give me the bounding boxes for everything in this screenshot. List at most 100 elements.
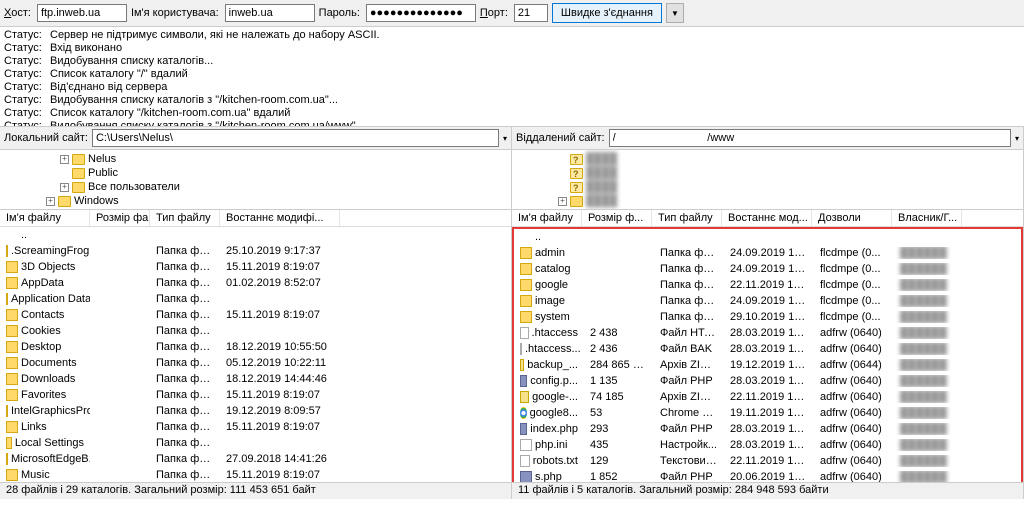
list-item[interactable]: php.ini435Настройк...28.03.2019 11:2...a…	[514, 437, 1021, 453]
zip-icon	[520, 359, 524, 371]
cell: ██████	[894, 279, 964, 291]
tree-toggle-icon[interactable]: +	[558, 197, 567, 206]
list-item[interactable]: MicrosoftEdgeB...Папка файлів27.09.2018 …	[0, 451, 511, 467]
column-header[interactable]: Ім'я файлу	[0, 210, 90, 226]
local-tree[interactable]: + NelusPublic+Все пользователи+Windows	[0, 150, 511, 210]
list-item[interactable]: Application DataПапка файлів	[0, 291, 511, 307]
cell: Папка файлів	[150, 341, 220, 353]
folder-icon	[520, 295, 532, 307]
column-header[interactable]: Розмір ф...	[582, 210, 652, 226]
tree-toggle-icon[interactable]: +	[46, 197, 55, 206]
cell: AppData	[0, 277, 90, 289]
remote-site-bar: Віддалений сайт: ▾	[512, 127, 1023, 150]
file-name: index.php	[530, 423, 578, 435]
blurred-text: ██████	[900, 455, 947, 467]
remote-list-header[interactable]: Ім'я файлуРозмір ф...Тип файлуВостаннє м…	[512, 210, 1023, 227]
file-name: AppData	[21, 277, 64, 289]
host-input[interactable]	[37, 4, 127, 22]
file-name: Desktop	[21, 341, 61, 353]
list-item[interactable]: config.p...1 135Файл PHP28.03.2019 11:3.…	[514, 373, 1021, 389]
cell: .htaccess...	[514, 343, 584, 355]
file-name: ..	[535, 231, 541, 243]
list-item[interactable]: AppDataПапка файлів01.02.2019 8:52:07	[0, 275, 511, 291]
tree-item[interactable]: ████	[516, 152, 1019, 166]
list-item[interactable]: googleПапка фай...22.11.2019 14:3...flcd…	[514, 277, 1021, 293]
local-file-list: Ім'я файлуРозмір фа...Тип файлуВостаннє …	[0, 210, 511, 482]
cell: Папка файлів	[150, 261, 220, 273]
column-header[interactable]: Власник/Г...	[892, 210, 962, 226]
cell: Файл HTA...	[654, 327, 724, 339]
cell: robots.txt	[514, 455, 584, 467]
list-item[interactable]: google-...74 185Архів ZIP ...22.11.2019 …	[514, 389, 1021, 405]
pass-input[interactable]	[366, 4, 476, 22]
cell: adfrw (0640)	[814, 343, 894, 355]
tree-item-label: Nelus	[88, 152, 116, 166]
chevron-down-icon[interactable]: ▾	[1015, 134, 1019, 143]
remote-path-input[interactable]	[609, 129, 1011, 147]
list-item[interactable]: .ScreamingFrog...Папка файлів25.10.2019 …	[0, 243, 511, 259]
column-header[interactable]: Востаннє мод...	[722, 210, 812, 226]
local-status: 28 файлів і 29 каталогів. Загальний розм…	[0, 483, 512, 499]
file-name: google8...	[530, 407, 578, 419]
tree-item[interactable]: +Все пользователи	[4, 180, 507, 194]
tree-toggle-icon[interactable]: +	[60, 155, 69, 164]
cell: 22.11.2019 14:5...	[724, 455, 814, 467]
tree-item[interactable]: ████	[516, 166, 1019, 180]
list-item[interactable]: CookiesПапка файлів	[0, 323, 511, 339]
tree-item[interactable]: +████	[516, 194, 1019, 208]
list-item[interactable]: .htaccess...2 436Файл BAK28.03.2019 11:2…	[514, 341, 1021, 357]
list-item[interactable]: ContactsПапка файлів15.11.2019 8:19:07	[0, 307, 511, 323]
column-header[interactable]: Тип файлу	[652, 210, 722, 226]
remote-tree[interactable]: ████████████+████	[512, 150, 1023, 210]
list-item[interactable]: DesktopПапка файлів18.12.2019 10:55:50	[0, 339, 511, 355]
file-name: MicrosoftEdgeB...	[11, 453, 90, 465]
txt-icon	[520, 343, 522, 355]
list-item[interactable]: adminПапка фай...24.09.2019 14:4...flcdm…	[514, 245, 1021, 261]
tree-item[interactable]: +Windows	[4, 194, 507, 208]
list-item[interactable]: catalogПапка фай...24.09.2019 14:5...flc…	[514, 261, 1021, 277]
list-item[interactable]: ..	[514, 229, 1021, 245]
list-item[interactable]: robots.txt129Текстовий...22.11.2019 14:5…	[514, 453, 1021, 469]
tree-toggle-icon[interactable]: +	[60, 183, 69, 192]
column-header[interactable]: Тип файлу	[150, 210, 220, 226]
dots-icon	[520, 231, 532, 243]
user-input[interactable]	[225, 4, 315, 22]
list-item[interactable]: .htaccess2 438Файл HTA...28.03.2019 11:3…	[514, 325, 1021, 341]
list-item[interactable]: imageПапка фай...24.09.2019 14:5...flcdm…	[514, 293, 1021, 309]
list-item[interactable]: IntelGraphicsPro...Папка файлів19.12.201…	[0, 403, 511, 419]
list-item[interactable]: LinksПапка файлів15.11.2019 8:19:07	[0, 419, 511, 435]
cell: ██████	[894, 263, 964, 275]
cell: Папка файлів	[150, 277, 220, 289]
chevron-down-icon[interactable]: ▾	[503, 134, 507, 143]
list-item[interactable]: index.php293Файл PHP28.03.2019 11:3...ad…	[514, 421, 1021, 437]
list-item[interactable]: DocumentsПапка файлів05.12.2019 10:22:11	[0, 355, 511, 371]
list-item[interactable]: google8...53Chrome H...19.11.2019 14:0..…	[514, 405, 1021, 421]
local-site-label: Локальний сайт:	[4, 132, 88, 144]
tree-item[interactable]: + Nelus	[4, 152, 507, 166]
list-item[interactable]: DownloadsПапка файлів18.12.2019 14:44:46	[0, 371, 511, 387]
list-item[interactable]: Local SettingsПапка файлів	[0, 435, 511, 451]
cell: ██████	[894, 295, 964, 307]
local-list-header[interactable]: Ім'я файлуРозмір фа...Тип файлуВостаннє …	[0, 210, 511, 227]
local-path-input[interactable]	[92, 129, 499, 147]
column-header[interactable]: Ім'я файлу	[512, 210, 582, 226]
port-input[interactable]	[514, 4, 548, 22]
tree-item[interactable]: Public	[4, 166, 507, 180]
list-item[interactable]: FavoritesПапка файлів15.11.2019 8:19:07	[0, 387, 511, 403]
column-header[interactable]: Розмір фа...	[90, 210, 150, 226]
cell: Файл PHP	[654, 423, 724, 435]
list-item[interactable]: MusicПапка файлів15.11.2019 8:19:07	[0, 467, 511, 482]
list-item[interactable]: ..	[0, 227, 511, 243]
column-header[interactable]: Востаннє модифі...	[220, 210, 340, 226]
list-item[interactable]: systemПапка фай...29.10.2019 12:4...flcd…	[514, 309, 1021, 325]
column-header[interactable]: Дозволи	[812, 210, 892, 226]
list-item[interactable]: s.php1 852Файл PHP20.06.2019 16:4...adfr…	[514, 469, 1021, 482]
tree-item[interactable]: ████	[516, 180, 1019, 194]
list-item[interactable]: 3D ObjectsПапка файлів15.11.2019 8:19:07	[0, 259, 511, 275]
cell: adfrw (0640)	[814, 439, 894, 451]
quick-connect-button[interactable]: Швидке з'єднання	[552, 3, 662, 23]
list-item[interactable]: backup_...284 865 476Архів ZIP ...19.12.…	[514, 357, 1021, 373]
quick-connect-dropdown[interactable]: ▼	[666, 3, 684, 23]
cell: 19.12.2019 12:5...	[724, 359, 814, 371]
cell: php.ini	[514, 439, 584, 451]
